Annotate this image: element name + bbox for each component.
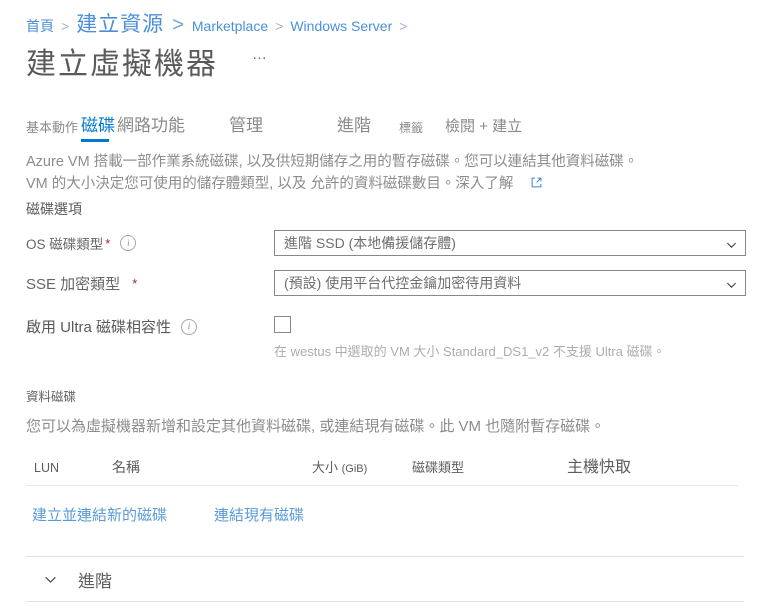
os-disk-type-select[interactable]: 進階 SSD (本地備援儲存體) bbox=[274, 230, 746, 257]
column-header-disk-type: 磁碟類型 bbox=[412, 460, 465, 476]
info-icon[interactable]: i bbox=[181, 318, 198, 335]
data-disks-paragraph: 您可以為虛擬機器新增和設定其他資料磁碟, 或連結現有磁碟。此 VM 也隨附暫存磁… bbox=[26, 418, 606, 436]
os-disk-type-label: OS 磁碟類型 bbox=[26, 237, 104, 253]
learn-more-link[interactable]: 深入了解 bbox=[455, 176, 513, 192]
description-line-1: Azure VM 搭載一部作業系統磁碟, 以及供短期儲存之用的暫存磁碟。您可以連… bbox=[26, 154, 639, 170]
breadcrumb: 首頁 > 建立資源 > Marketplace > Windows Server… bbox=[0, 0, 766, 36]
sse-encryption-select[interactable]: (預設) 使用平台代控金鑰加密待用資料 bbox=[274, 270, 746, 297]
breadcrumb-separator: > bbox=[399, 18, 408, 34]
description-line-2: VM 的大小決定您可使用的儲存體類型, 以及 允許的資料磁碟數目。 bbox=[26, 176, 456, 192]
tab-basics[interactable]: 基本動作 bbox=[26, 117, 78, 142]
required-asterisk: * bbox=[132, 275, 138, 291]
chevron-down-icon bbox=[726, 238, 737, 249]
data-disks-actions: 建立並連結新的磁碟 連結現有磁碟 bbox=[26, 504, 746, 525]
column-header-size: 大小 (GiB) bbox=[312, 457, 412, 476]
disk-options-heading: 磁碟選項 bbox=[26, 201, 82, 218]
ultra-disk-label-group: 啟用 Ultra 磁碟相容性 i bbox=[26, 314, 274, 337]
advanced-section-title: 進階 bbox=[78, 571, 112, 591]
breadcrumb-item-create-resource[interactable]: 建立資源 bbox=[76, 8, 164, 38]
info-icon[interactable]: i bbox=[120, 235, 137, 252]
tab-review-create[interactable]: 檢閱 + 建立 bbox=[445, 115, 522, 142]
disks-description: Azure VM 搭載一部作業系統磁碟, 以及供短期儲存之用的暫存磁碟。您可以連… bbox=[26, 151, 726, 195]
tab-management[interactable]: 管理 bbox=[229, 111, 263, 142]
external-link-icon[interactable] bbox=[531, 173, 542, 195]
os-disk-type-label-group: OS 磁碟類型 * i bbox=[26, 233, 274, 253]
data-disks-heading: 資料磁碟 bbox=[26, 390, 77, 405]
breadcrumb-separator: > bbox=[61, 18, 70, 34]
table-header-row: LUN 名稱 大小 (GiB) 磁碟類型 主機快取 bbox=[26, 453, 738, 487]
attach-existing-disk-link[interactable]: 連結現有磁碟 bbox=[214, 504, 304, 525]
ultra-disk-checkbox[interactable] bbox=[274, 316, 291, 334]
sse-encryption-label: SSE 加密類型 bbox=[26, 275, 121, 293]
os-disk-type-row: OS 磁碟類型 * i 進階 SSD (本地備援儲存體) bbox=[26, 228, 746, 258]
advanced-section-toggle[interactable]: 進階 bbox=[26, 557, 744, 601]
page-title: 建立虛擬機器 bbox=[26, 48, 218, 81]
tab-disks[interactable]: 磁碟 bbox=[81, 111, 115, 142]
tab-networking[interactable]: 網路功能 bbox=[117, 111, 185, 142]
sse-encryption-row: SSE 加密類型 * (預設) 使用平台代控金鑰加密待用資料 bbox=[26, 268, 746, 298]
breadcrumb-item-home[interactable]: 首頁 bbox=[26, 16, 54, 36]
tab-advanced[interactable]: 進階 bbox=[337, 111, 371, 142]
os-disk-type-value: 進階 SSD (本地備援儲存體) bbox=[284, 235, 456, 252]
column-header-host-cache: 主機快取 bbox=[567, 459, 632, 477]
chevron-down-icon bbox=[726, 278, 737, 289]
ultra-disk-row: 啟用 Ultra 磁碟相容性 i 在 westus 中選取的 VM 大小 Sta… bbox=[26, 314, 746, 360]
breadcrumb-separator: > bbox=[275, 18, 284, 34]
page-header: 建立虛擬機器 … bbox=[0, 34, 766, 88]
more-options-icon[interactable]: … bbox=[252, 46, 269, 63]
column-header-name: 名稱 bbox=[112, 459, 140, 476]
data-disks-table: LUN 名稱 大小 (GiB) 磁碟類型 主機快取 bbox=[26, 453, 738, 487]
required-asterisk: * bbox=[105, 235, 111, 251]
create-and-attach-new-disk-link[interactable]: 建立並連結新的磁碟 bbox=[32, 504, 167, 525]
ultra-disk-hint: 在 westus 中選取的 VM 大小 Standard_DS1_v2 不支援 … bbox=[274, 344, 666, 360]
breadcrumb-item-marketplace[interactable]: Marketplace bbox=[192, 18, 268, 34]
breadcrumb-separator: > bbox=[172, 14, 184, 36]
column-header-size-text: 大小 bbox=[312, 460, 339, 476]
ultra-disk-label: 啟用 Ultra 磁碟相容性 bbox=[26, 319, 172, 337]
breadcrumb-item-windows-server[interactable]: Windows Server bbox=[290, 18, 392, 34]
disks-tab-panel: Azure VM 搭載一部作業系統磁碟, 以及供短期儲存之用的暫存磁碟。您可以連… bbox=[0, 151, 766, 603]
ultra-disk-control: 在 westus 中選取的 VM 大小 Standard_DS1_v2 不支援 … bbox=[274, 314, 666, 360]
chevron-down-icon bbox=[44, 573, 57, 586]
column-header-size-unit: (GiB) bbox=[341, 463, 368, 476]
column-header-lun: LUN bbox=[34, 461, 60, 476]
tab-tags[interactable]: 標籤 bbox=[399, 119, 423, 142]
sse-encryption-label-group: SSE 加密類型 * bbox=[26, 273, 274, 294]
wizard-tabs: 基本動作 磁碟 網路功能 管理 進階 標籤 檢閱 + 建立 bbox=[0, 108, 766, 142]
advanced-section: 進階 bbox=[26, 556, 744, 603]
sse-encryption-value: (預設) 使用平台代控金鑰加密待用資料 bbox=[284, 275, 522, 292]
